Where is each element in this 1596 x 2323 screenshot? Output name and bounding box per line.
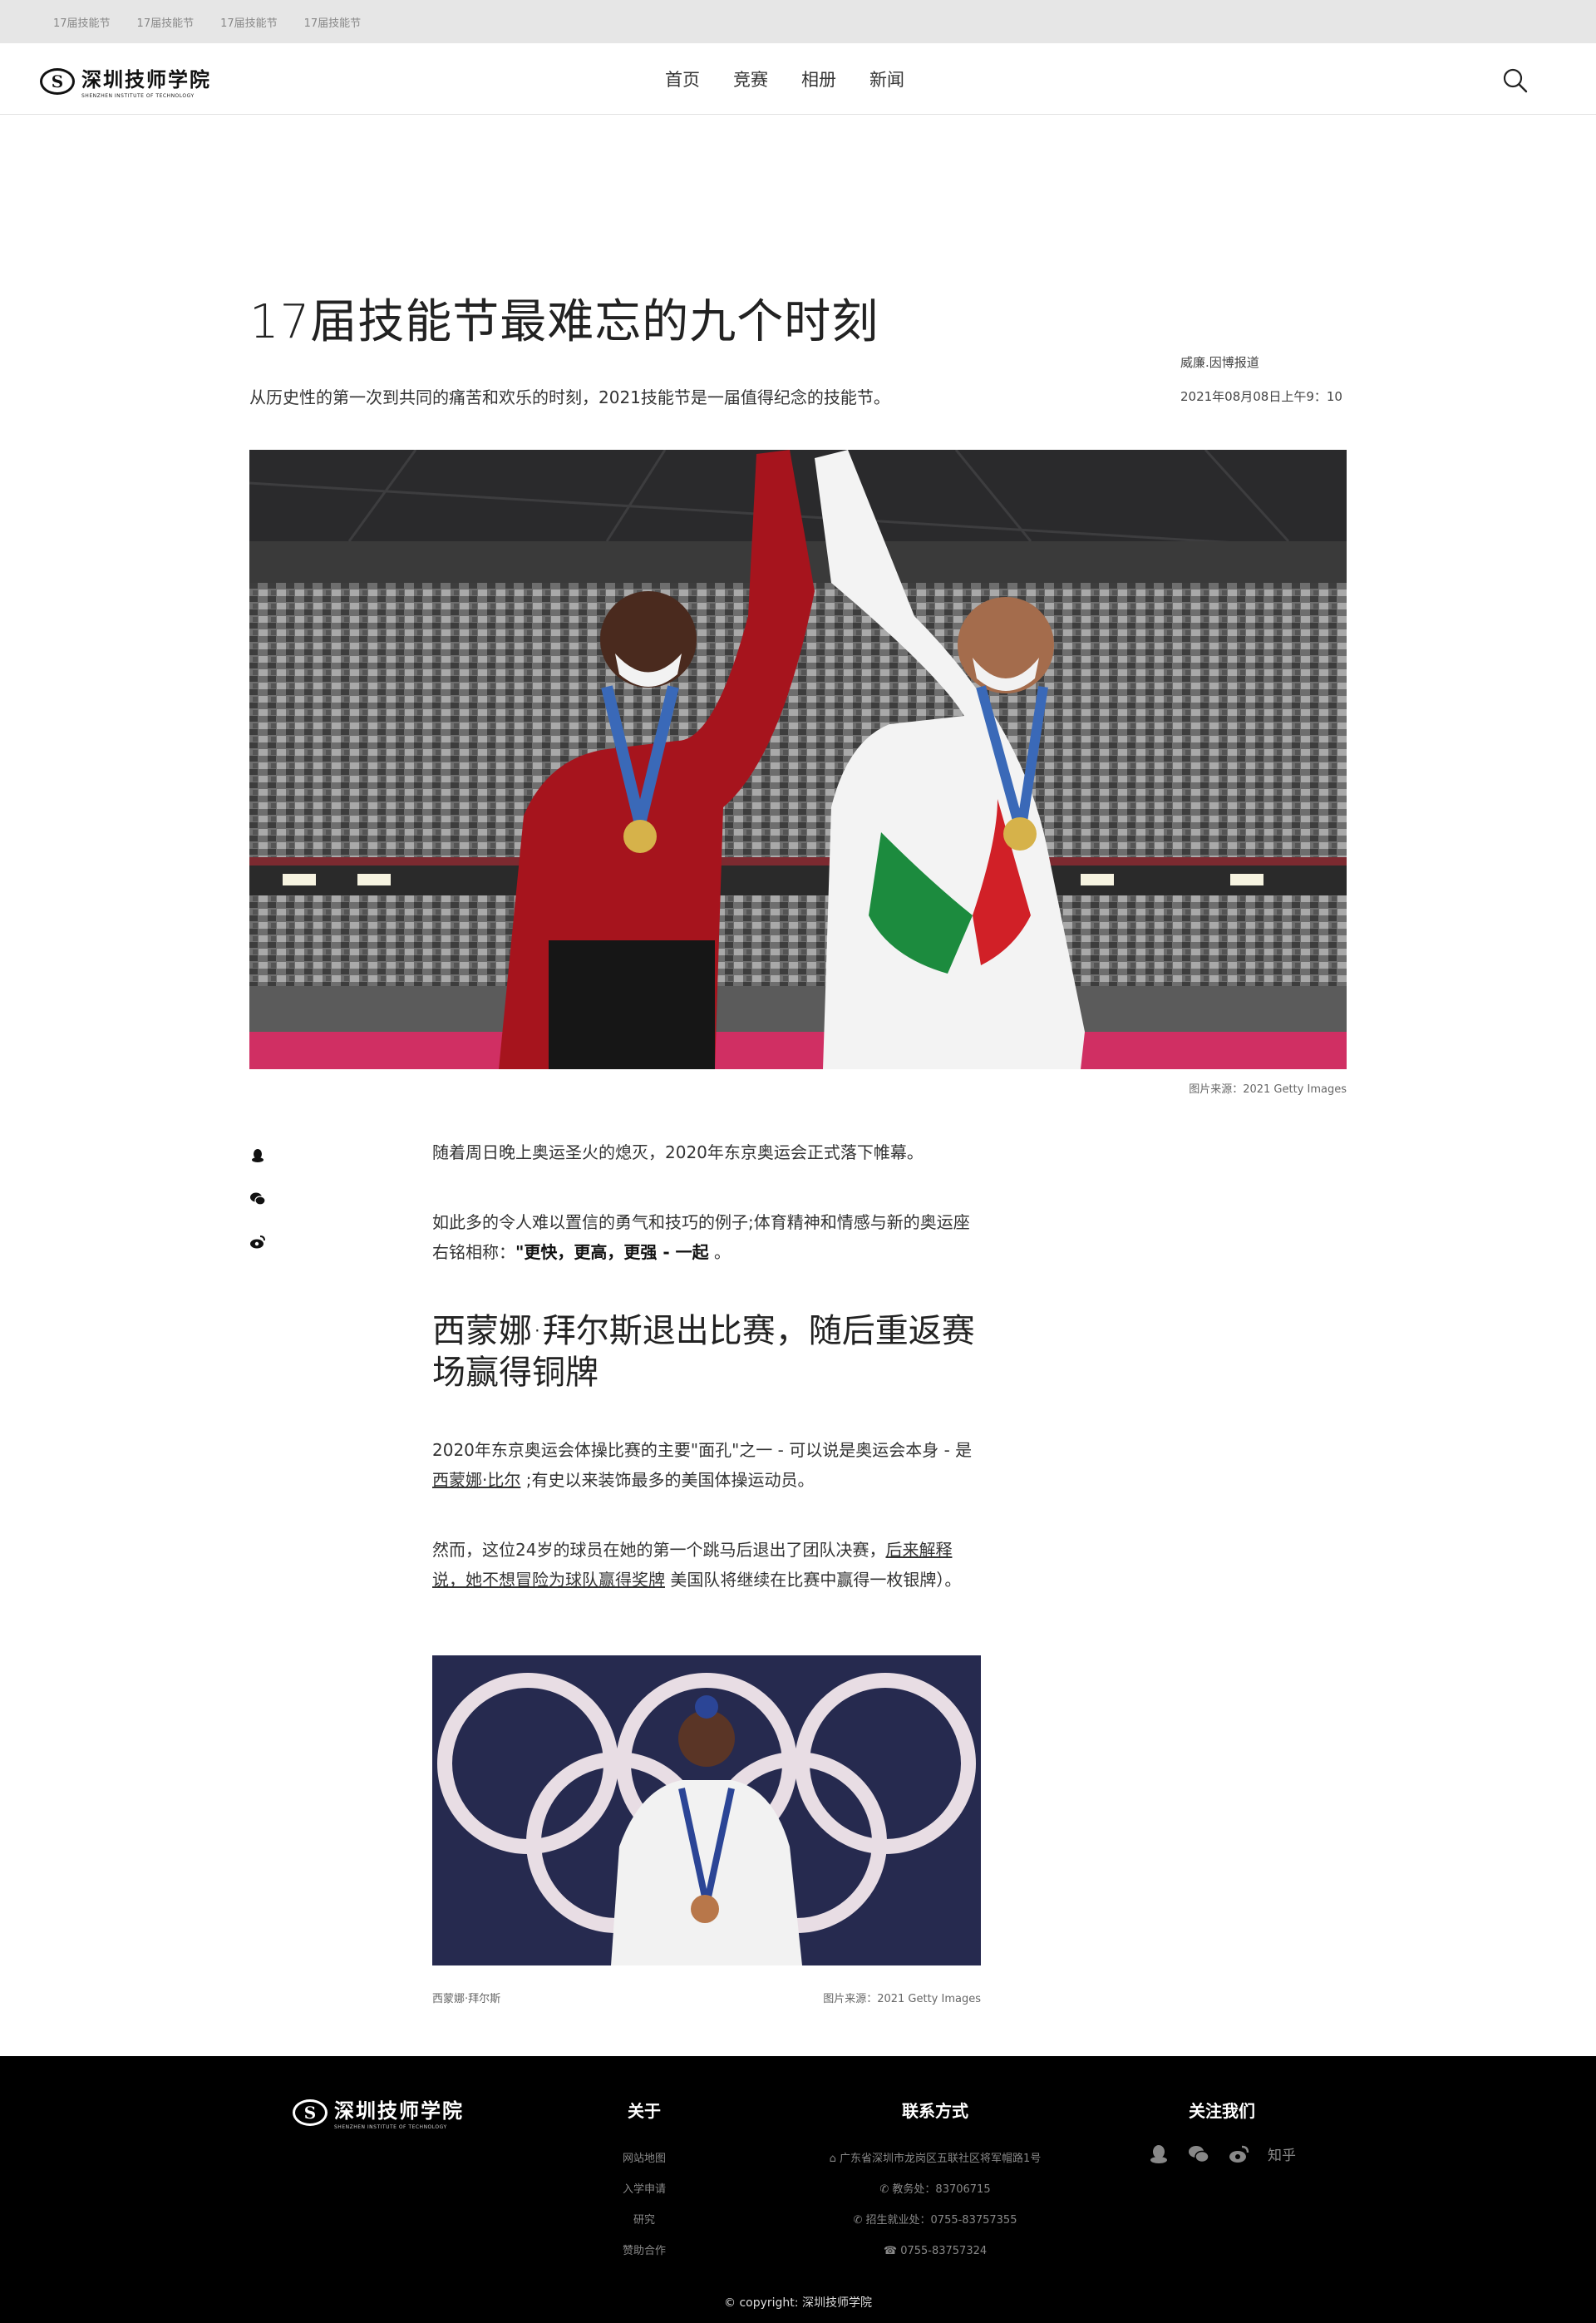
nav-home[interactable]: 首页 [665, 67, 700, 91]
site-logo[interactable]: S 深圳技师学院 SHENZHEN INSTITUTE OF TECHNOLOG… [40, 63, 211, 99]
footer-contact: 联系方式 ⌂ 广东省深圳市龙岗区五联社区将军帽路1号 ✆ 教务处：8370671… [806, 2098, 1064, 2266]
footer-link[interactable]: 研究 [598, 2205, 690, 2236]
footer-about-title: 关于 [628, 2101, 661, 2121]
contact-phone: ✆ 招生就业处：0755-83757355 [853, 2214, 1017, 2227]
nav-album[interactable]: 相册 [801, 67, 836, 91]
paragraph: 如此多的令人难以置信的勇气和技巧的例子;体育精神和情感与新的奥运座右铭相称："更… [432, 1212, 970, 1262]
image-caption: 西蒙娜·拜尔斯 [432, 1993, 501, 2005]
logo-name: 深圳技师学院 [334, 2099, 464, 2123]
logo-english: SHENZHEN INSTITUTE OF TECHNOLOGY [81, 93, 195, 99]
logo-english: SHENZHEN INSTITUTE OF TECHNOLOGY [334, 2124, 447, 2130]
share-bar [249, 1148, 266, 1250]
wechat-icon[interactable] [1188, 2144, 1209, 2164]
zhihu-link[interactable]: 知乎 [1268, 2143, 1296, 2164]
weibo-icon[interactable] [1228, 2144, 1249, 2164]
copyright: © copyright: 深圳技师学院 [724, 2296, 872, 2310]
paragraph: 然而，这位24岁的球员在她的第一个跳马后退出了团队决赛，后来解释说，她不想冒险为… [432, 1540, 962, 1590]
footer-link[interactable]: 赞助合作 [598, 2236, 690, 2266]
main-nav: 首页 竞赛 相册 新闻 [665, 43, 904, 115]
contact-fax: ☎ 0755-83757324 [883, 2245, 988, 2257]
fax-icon: ☎ [883, 2245, 901, 2257]
contact-address: ⌂ 广东省深圳市龙岗区五联社区将军帽路1号 [829, 2153, 1042, 2165]
article-image [432, 1655, 981, 1965]
paragraph: 随着周日晚上奥运圣火的熄灭，2020年东京奥运会正式落下帷幕。 [432, 1142, 924, 1162]
logo-emblem-icon: S [293, 2099, 328, 2126]
simone-link[interactable]: 西蒙娜·比尔 [432, 1470, 520, 1490]
home-icon: ⌂ [829, 2153, 840, 2165]
paragraph: 2020年东京奥运会体操比赛的主要"面孔"之一 - 可以说是奥运会本身 - 是 … [432, 1440, 973, 1490]
site-header: S 深圳技师学院 SHENZHEN INSTITUTE OF TECHNOLOG… [0, 43, 1596, 115]
nav-competition[interactable]: 竞赛 [733, 67, 768, 91]
site-footer: S 深圳技师学院 SHENZHEN INSTITUTE OF TECHNOLOG… [0, 2056, 1596, 2323]
article-subtitle: 从历史性的第一次到共同的痛苦和欢乐的时刻，2021技能节是一届值得纪念的技能节。 [249, 387, 890, 407]
footer-contact-title: 联系方式 [902, 2101, 968, 2121]
article-date: 2021年08月08日上午9：10 [1180, 389, 1342, 404]
contact-phone: ✆ 教务处：83706715 [879, 2183, 991, 2196]
footer-follow: 关注我们 知乎 [1139, 2098, 1305, 2164]
top-link[interactable]: 17届技能节 [53, 14, 111, 30]
qq-icon[interactable] [1148, 2144, 1170, 2164]
logo-name: 深圳技师学院 [81, 67, 211, 91]
footer-link[interactable]: 入学申请 [598, 2174, 690, 2205]
top-link[interactable]: 17届技能节 [220, 14, 278, 30]
article-title: 17届技能节最难忘的九个时刻 [249, 295, 879, 349]
phone-icon: ✆ [853, 2214, 866, 2227]
qq-share-icon[interactable] [249, 1148, 266, 1163]
footer-about: 关于 网站地图 入学申请 研究 赞助合作 [598, 2098, 690, 2266]
logo-emblem-icon: S [40, 67, 75, 95]
search-icon[interactable] [1501, 67, 1530, 95]
top-link-bar: 17届技能节 17届技能节 17届技能节 17届技能节 [0, 0, 1596, 43]
top-link[interactable]: 17届技能节 [137, 14, 195, 30]
top-link[interactable]: 17届技能节 [304, 14, 362, 30]
nav-news[interactable]: 新闻 [869, 67, 904, 91]
article-byline: 威廉.因博报道 [1180, 355, 1259, 370]
hero-caption: 图片来源：2021 Getty Images [1189, 1083, 1347, 1096]
footer-link[interactable]: 网站地图 [598, 2143, 690, 2174]
phone-icon: ✆ [879, 2183, 893, 2196]
footer-follow-title: 关注我们 [1189, 2101, 1255, 2121]
hero-image [249, 450, 1347, 1069]
wechat-share-icon[interactable] [249, 1191, 266, 1206]
footer-logo[interactable]: S 深圳技师学院 SHENZHEN INSTITUTE OF TECHNOLOG… [293, 2094, 464, 2130]
section-heading: 西蒙娜·拜尔斯退出比赛，随后重返赛场赢得铜牌 [432, 1312, 975, 1392]
article-body: 随着周日晚上奥运圣火的熄灭，2020年东京奥运会正式落下帷幕。 如此多的令人难以… [432, 1137, 981, 1595]
weibo-share-icon[interactable] [249, 1235, 266, 1250]
image-credit: 图片来源：2021 Getty Images [823, 1993, 981, 2005]
